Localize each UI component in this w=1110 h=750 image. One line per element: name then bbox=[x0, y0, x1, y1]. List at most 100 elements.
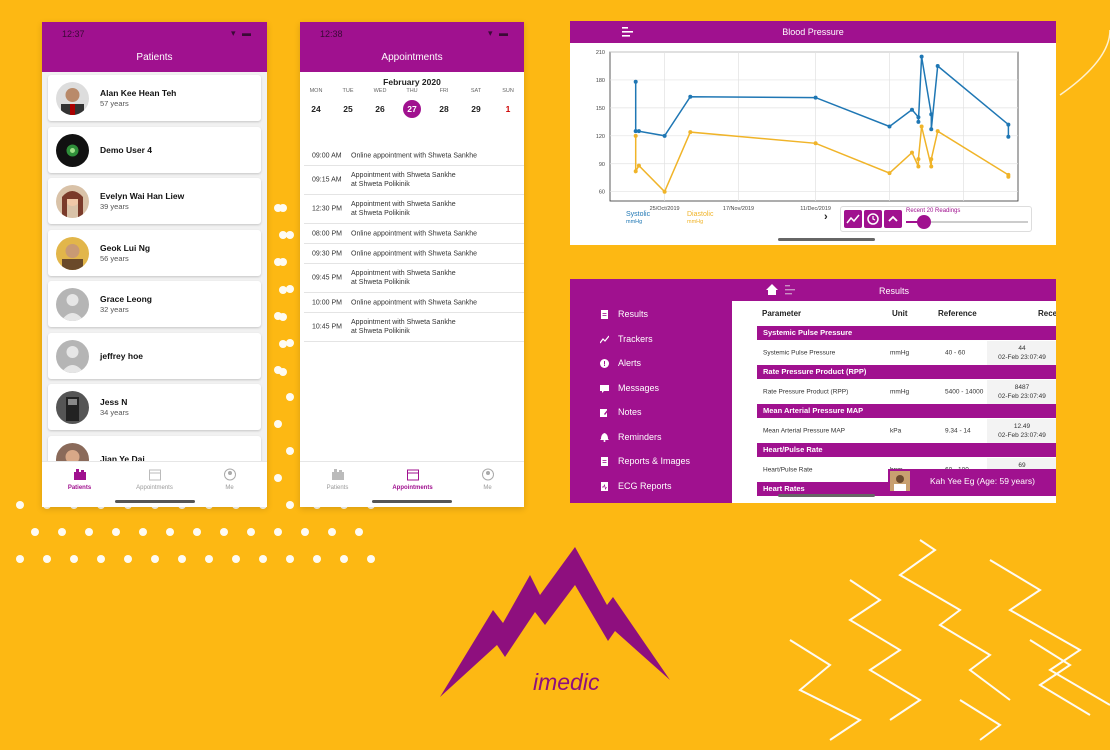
data-point-systolic bbox=[688, 94, 693, 99]
appointment-desc: Online appointment with Shweta Sankhe bbox=[351, 151, 477, 160]
chevron-right-icon[interactable]: › bbox=[824, 211, 828, 223]
appointment-location: at Shweta Polikinik bbox=[351, 279, 410, 286]
data-point-systolic bbox=[916, 119, 921, 124]
table-row[interactable]: Systemic Pulse Pressure mmHg 40 - 60 44 02-F… bbox=[757, 341, 1056, 365]
legend-unit: mmHg bbox=[687, 219, 704, 225]
appointment-desc: Online appointment with Shweta Sankhe bbox=[351, 249, 477, 258]
appointment-location: at Shweta Polikinik bbox=[351, 181, 410, 188]
decor-dot bbox=[70, 555, 78, 563]
x-tick-label: 25/Oct/2019 bbox=[650, 206, 680, 212]
day-number: 26 bbox=[375, 104, 385, 114]
parameter-name: Systemic Pulse Pressure bbox=[763, 349, 836, 357]
calendar-day[interactable]: 1 bbox=[492, 100, 524, 118]
result-section-header: Mean Arterial Pressure MAP bbox=[757, 404, 1056, 418]
avatar bbox=[56, 133, 89, 167]
menu-item-label: Reminders bbox=[618, 431, 662, 442]
tab-me[interactable]: Me bbox=[450, 468, 524, 491]
alerts-icon bbox=[600, 359, 609, 368]
appointment-title: Appointment with Shweta Sankhe bbox=[351, 201, 456, 208]
home-indicator bbox=[372, 500, 452, 503]
scroll-indicator bbox=[778, 494, 875, 497]
user-icon bbox=[223, 468, 236, 481]
table-row[interactable]: Mean Arterial Pressure MAP kPa 9.34 - 14 12… bbox=[757, 419, 1056, 443]
decor-dot bbox=[220, 528, 228, 536]
patient-age: 34 years bbox=[100, 408, 129, 417]
parameter-name: Heart/Pulse Rate bbox=[763, 466, 813, 474]
patients-header: 12:37 ▾ ▬ Patients bbox=[42, 22, 267, 72]
patient-card[interactable]: Grace Leong 32 years bbox=[48, 281, 261, 327]
data-point-diastolic bbox=[929, 157, 934, 162]
history-icon[interactable] bbox=[864, 210, 882, 228]
appointment-row[interactable]: 10:00 PM Online appointment with Shweta S… bbox=[304, 293, 524, 313]
tab-appointments[interactable]: Appointments bbox=[117, 468, 192, 491]
calendar-day[interactable]: 28 bbox=[428, 100, 460, 118]
decor-dot bbox=[286, 393, 294, 401]
avatar bbox=[56, 288, 89, 321]
avatar bbox=[56, 185, 89, 218]
patient-card[interactable]: jeffrey hoe bbox=[48, 332, 261, 379]
patient-card[interactable]: Alan Kee Hean Teh 57 years bbox=[48, 75, 261, 121]
chevron-up-icon[interactable] bbox=[884, 210, 902, 228]
appointment-row[interactable]: 09:30 PM Online appointment with Shweta S… bbox=[304, 244, 524, 264]
appointment-row[interactable]: 09:15 AM Appointment with Shweta Sankhe at… bbox=[304, 166, 524, 195]
data-point-systolic bbox=[935, 63, 940, 68]
trend-icon[interactable] bbox=[844, 210, 862, 228]
calendar-day[interactable]: 29 bbox=[460, 100, 492, 118]
decor-dot bbox=[279, 313, 287, 321]
patient-tag[interactable]: Kah Yee Eg (Age: 59 years) bbox=[888, 469, 1056, 493]
calendar-icon bbox=[406, 469, 419, 481]
data-point-diastolic bbox=[1006, 174, 1011, 179]
tab-label: Me bbox=[225, 485, 234, 491]
calendar-day[interactable]: 27 bbox=[396, 100, 428, 118]
result-section-header: Heart/Pulse Rate bbox=[757, 443, 1056, 457]
slider-thumb[interactable] bbox=[917, 215, 932, 229]
appointment-desc: Appointment with Shweta Sankhe at Shweta … bbox=[351, 269, 456, 287]
results-header: Results bbox=[570, 279, 1056, 301]
patient-card[interactable]: Demo User 4 bbox=[48, 126, 261, 173]
decor-dot bbox=[232, 555, 240, 563]
data-point-diastolic bbox=[916, 164, 921, 169]
decor-dot bbox=[286, 285, 294, 293]
patient-card[interactable]: Evelyn Wai Han Liew 39 years bbox=[48, 178, 261, 224]
patient-card[interactable]: Jess N 34 years bbox=[48, 384, 261, 430]
data-point-diastolic bbox=[633, 133, 638, 138]
day-number: 29 bbox=[471, 104, 481, 114]
data-point-diastolic bbox=[887, 171, 892, 176]
patient-card[interactable]: Geok Lui Ng 56 years bbox=[48, 229, 261, 276]
patients-screen: 12:37 ▾ ▬ Patients Alan Kee Hean Teh 57 y… bbox=[42, 22, 267, 507]
patients-icon bbox=[331, 469, 344, 480]
patient-card[interactable]: Jian Ye Dai bbox=[48, 435, 261, 461]
appointment-row[interactable]: 12:30 PM Appointment with Shweta Sankhe at… bbox=[304, 195, 524, 224]
chart-controls: Recent 20 Readings bbox=[840, 206, 1032, 232]
appointment-row[interactable]: 09:00 AM Online appointment with Shweta S… bbox=[304, 146, 524, 166]
legend-label: Diastolic bbox=[687, 211, 714, 218]
tab-patients[interactable]: Patients bbox=[300, 468, 375, 491]
legend-label: Systolic bbox=[626, 211, 651, 218]
appointment-row[interactable]: 08:00 PM Online appointment with Shweta S… bbox=[304, 224, 524, 244]
calendar-day[interactable]: 25 bbox=[332, 100, 364, 118]
data-point-systolic bbox=[919, 54, 924, 59]
calendar-day[interactable]: 26 bbox=[364, 100, 396, 118]
weekday-label: SUN bbox=[502, 88, 514, 94]
weekday-label: THU bbox=[406, 88, 418, 94]
data-point-systolic bbox=[929, 112, 934, 117]
tab-me[interactable]: Me bbox=[192, 468, 267, 491]
appointment-row[interactable]: 09:45 PM Appointment with Shweta Sankhe at… bbox=[304, 264, 524, 293]
data-point-diastolic bbox=[636, 163, 641, 168]
status-time: 12:37 bbox=[62, 29, 85, 39]
panel-title: Results bbox=[878, 286, 909, 296]
appointment-time: 09:15 AM bbox=[312, 176, 342, 184]
tab-patients[interactable]: Patients bbox=[42, 468, 117, 491]
appointment-time: 09:45 PM bbox=[312, 274, 342, 282]
decor-dot bbox=[301, 528, 309, 536]
decor-dot bbox=[355, 528, 363, 536]
data-point-diastolic bbox=[909, 150, 914, 155]
patient-age: 56 years bbox=[100, 253, 129, 263]
appointment-row[interactable]: 10:45 PM Appointment with Shweta Sankhe at… bbox=[304, 313, 524, 342]
decor-dot bbox=[328, 528, 336, 536]
tab-appointments[interactable]: Appointments bbox=[375, 468, 450, 491]
appointment-desc: Appointment with Shweta Sankhe at Shweta … bbox=[351, 171, 456, 189]
menu-item-label: Messages bbox=[618, 382, 660, 393]
calendar-day[interactable]: 24 bbox=[300, 100, 332, 118]
table-row[interactable]: Rate Pressure Product (RPP) mmHg 5400 - 14… bbox=[757, 380, 1056, 404]
